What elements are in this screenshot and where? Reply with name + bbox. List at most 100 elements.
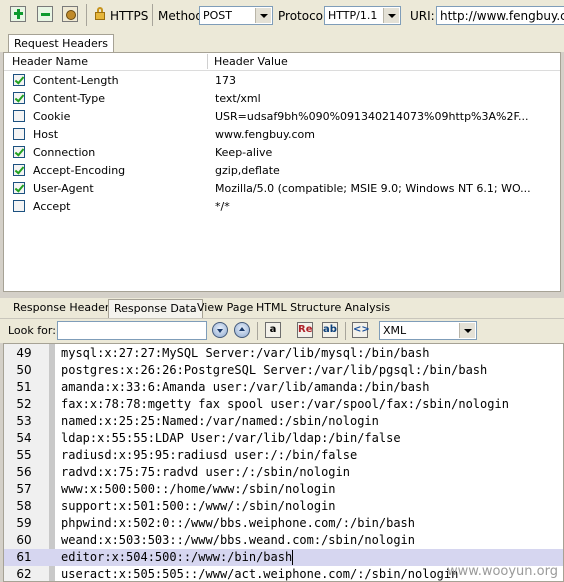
code-line[interactable]: 58 support:x:501:500::/www/:/sbin/nologin [4, 498, 563, 515]
header-name-cell[interactable]: User-Agent [33, 182, 94, 195]
column-header-value[interactable]: Header Value [214, 55, 288, 68]
header-enabled-checkbox[interactable] [13, 146, 25, 158]
header-name-cell[interactable]: Content-Type [33, 92, 105, 105]
header-name-cell[interactable]: Content-Length [33, 74, 119, 87]
table-row[interactable]: Accept */* [4, 197, 560, 215]
code-text[interactable]: postgres:x:26:26:PostgreSQL Server:/var/… [61, 363, 487, 377]
code-text[interactable]: useract:x:505:505::/www/act.weiphone.com… [61, 567, 458, 581]
header-enabled-checkbox[interactable] [13, 164, 25, 176]
code-line[interactable]: 51 amanda:x:33:6:Amanda user:/var/lib/ama… [4, 379, 563, 396]
column-divider[interactable] [207, 54, 208, 69]
header-name-cell[interactable]: Accept [33, 200, 71, 213]
header-enabled-checkbox[interactable] [13, 92, 25, 104]
code-line[interactable]: 59 phpwind:x:502:0::/www/bbs.weiphone.com… [4, 515, 563, 532]
header-name-cell[interactable]: Cookie [33, 110, 70, 123]
uri-input[interactable]: http://www.fengbuy.com [436, 6, 564, 25]
find-next-icon[interactable] [212, 322, 228, 338]
protocol-value: HTTP/1.1 [328, 9, 378, 22]
tab-response-headers[interactable]: Response Headers [8, 299, 120, 317]
toolbar-divider [345, 322, 346, 340]
header-value-cell[interactable]: Mozilla/5.0 (compatible; MSIE 9.0; Windo… [215, 182, 560, 195]
header-name-cell[interactable]: Connection [33, 146, 95, 159]
protocol-select[interactable]: HTTP/1.1 [324, 6, 401, 25]
code-text[interactable]: radiusd:x:95:95:radiusd user:/:/bin/fals… [61, 448, 357, 462]
line-number: 52 [16, 397, 32, 411]
remove-header-button[interactable] [37, 6, 53, 22]
regex-icon[interactable]: Re [297, 322, 313, 338]
header-enabled-checkbox[interactable] [13, 182, 25, 194]
method-select[interactable]: POST [199, 6, 273, 25]
code-text[interactable]: radvd:x:75:75:radvd user:/:/sbin/nologin [61, 465, 350, 479]
header-value-cell[interactable]: Keep-alive [215, 146, 560, 159]
code-line[interactable]: 60 weand:x:503:503::/www/bbs.weand.com:/s… [4, 532, 563, 549]
code-text[interactable]: www:x:500:500::/home/www:/sbin/nologin [61, 482, 336, 496]
table-row[interactable]: Accept-Encoding gzip,deflate [4, 161, 560, 179]
request-tabs: Request Headers [0, 32, 564, 53]
code-line[interactable]: 53 named:x:25:25:Named:/var/named:/sbin/n… [4, 413, 563, 430]
code-view-icon[interactable]: <> [352, 322, 370, 338]
header-name-cell[interactable]: Host [33, 128, 58, 141]
table-row[interactable]: Content-Length 173 [4, 71, 560, 89]
line-number: 56 [16, 465, 32, 479]
code-text[interactable]: weand:x:503:503::/www/bbs.weand.com:/sbi… [61, 533, 415, 547]
search-input[interactable] [57, 321, 207, 340]
header-enabled-checkbox[interactable] [13, 200, 25, 212]
code-line[interactable]: 57 www:x:500:500::/home/www:/sbin/nologin [4, 481, 563, 498]
uri-value: http://www.fengbuy.com [440, 9, 564, 23]
table-row[interactable]: Host www.fengbuy.com [4, 125, 560, 143]
https-toggle[interactable]: HTTPS [110, 9, 148, 23]
header-value-cell[interactable]: */* [215, 200, 560, 213]
match-case-icon[interactable]: a [265, 322, 281, 338]
line-number: 60 [16, 533, 32, 547]
tab-html-structure-analysis[interactable]: HTML Structure Analysis [251, 299, 395, 317]
header-value-cell[interactable]: gzip,deflate [215, 164, 560, 177]
code-line[interactable]: 49 mysql:x:27:27:MySQL Server:/var/lib/my… [4, 345, 563, 362]
uri-label: URI: [410, 9, 435, 23]
header-value-cell[interactable]: www.fengbuy.com [215, 128, 560, 141]
watermark: www.wooyun.org [446, 564, 558, 579]
method-value: POST [203, 9, 232, 22]
table-row[interactable]: Connection Keep-alive [4, 143, 560, 161]
code-text[interactable]: editor:x:504:500::/www:/bin/bash [61, 550, 292, 564]
header-enabled-checkbox[interactable] [13, 110, 25, 122]
code-text[interactable]: mysql:x:27:27:MySQL Server:/var/lib/mysq… [61, 346, 429, 360]
code-line[interactable]: 52 fax:x:78:78:mgetty fax spool user:/var… [4, 396, 563, 413]
line-number: 49 [16, 346, 32, 360]
line-number: 61 [16, 550, 32, 564]
code-line[interactable]: 56 radvd:x:75:75:radvd user:/:/sbin/nolog… [4, 464, 563, 481]
tab-view-page[interactable]: View Page [192, 299, 258, 317]
line-number: 51 [16, 380, 32, 394]
table-row[interactable]: User-Agent Mozilla/5.0 (compatible; MSIE … [4, 179, 560, 197]
chevron-down-icon[interactable] [255, 8, 271, 23]
column-header-name[interactable]: Header Name [12, 55, 88, 68]
code-line[interactable]: 55 radiusd:x:95:95:radiusd user:/:/bin/fa… [4, 447, 563, 464]
line-number: 57 [16, 482, 32, 496]
header-value-cell[interactable]: 173 [215, 74, 560, 87]
header-value-cell[interactable]: text/xml [215, 92, 560, 105]
add-header-button[interactable] [10, 6, 26, 22]
code-text[interactable]: named:x:25:25:Named:/var/named:/sbin/nol… [61, 414, 379, 428]
format-select[interactable]: XML [379, 321, 477, 340]
whole-word-icon[interactable]: ab [322, 322, 338, 338]
code-line[interactable]: 54 ldap:x:55:55:LDAP User:/var/lib/ldap:/… [4, 430, 563, 447]
code-text[interactable]: support:x:501:500::/www/:/sbin/nologin [61, 499, 336, 513]
response-data-editor[interactable]: 49 mysql:x:27:27:MySQL Server:/var/lib/my… [3, 343, 564, 582]
table-row[interactable]: Cookie USR=udsaf9bh%090%091340214073%09ht… [4, 107, 560, 125]
gear-icon [66, 10, 76, 20]
code-line[interactable]: 50 postgres:x:26:26:PostgreSQL Server:/va… [4, 362, 563, 379]
chevron-down-icon[interactable] [383, 8, 399, 23]
code-text[interactable]: ldap:x:55:55:LDAP User:/var/lib/ldap:/bi… [61, 431, 401, 445]
code-text[interactable]: fax:x:78:78:mgetty fax spool user:/var/s… [61, 397, 509, 411]
settings-button[interactable] [62, 6, 78, 22]
header-name-cell[interactable]: Accept-Encoding [33, 164, 125, 177]
chevron-down-icon[interactable] [459, 323, 475, 338]
header-enabled-checkbox[interactable] [13, 74, 25, 86]
header-value-cell[interactable]: USR=udsaf9bh%090%091340214073%09http%3A%… [215, 110, 560, 123]
code-text[interactable]: phpwind:x:502:0::/www/bbs.weiphone.com/:… [61, 516, 415, 530]
tab-response-data[interactable]: Response Data [108, 299, 203, 318]
code-text[interactable]: amanda:x:33:6:Amanda user:/var/lib/amand… [61, 380, 429, 394]
tab-request-headers[interactable]: Request Headers [8, 34, 114, 53]
table-row[interactable]: Content-Type text/xml [4, 89, 560, 107]
header-enabled-checkbox[interactable] [13, 128, 25, 140]
find-previous-icon[interactable] [234, 322, 250, 338]
